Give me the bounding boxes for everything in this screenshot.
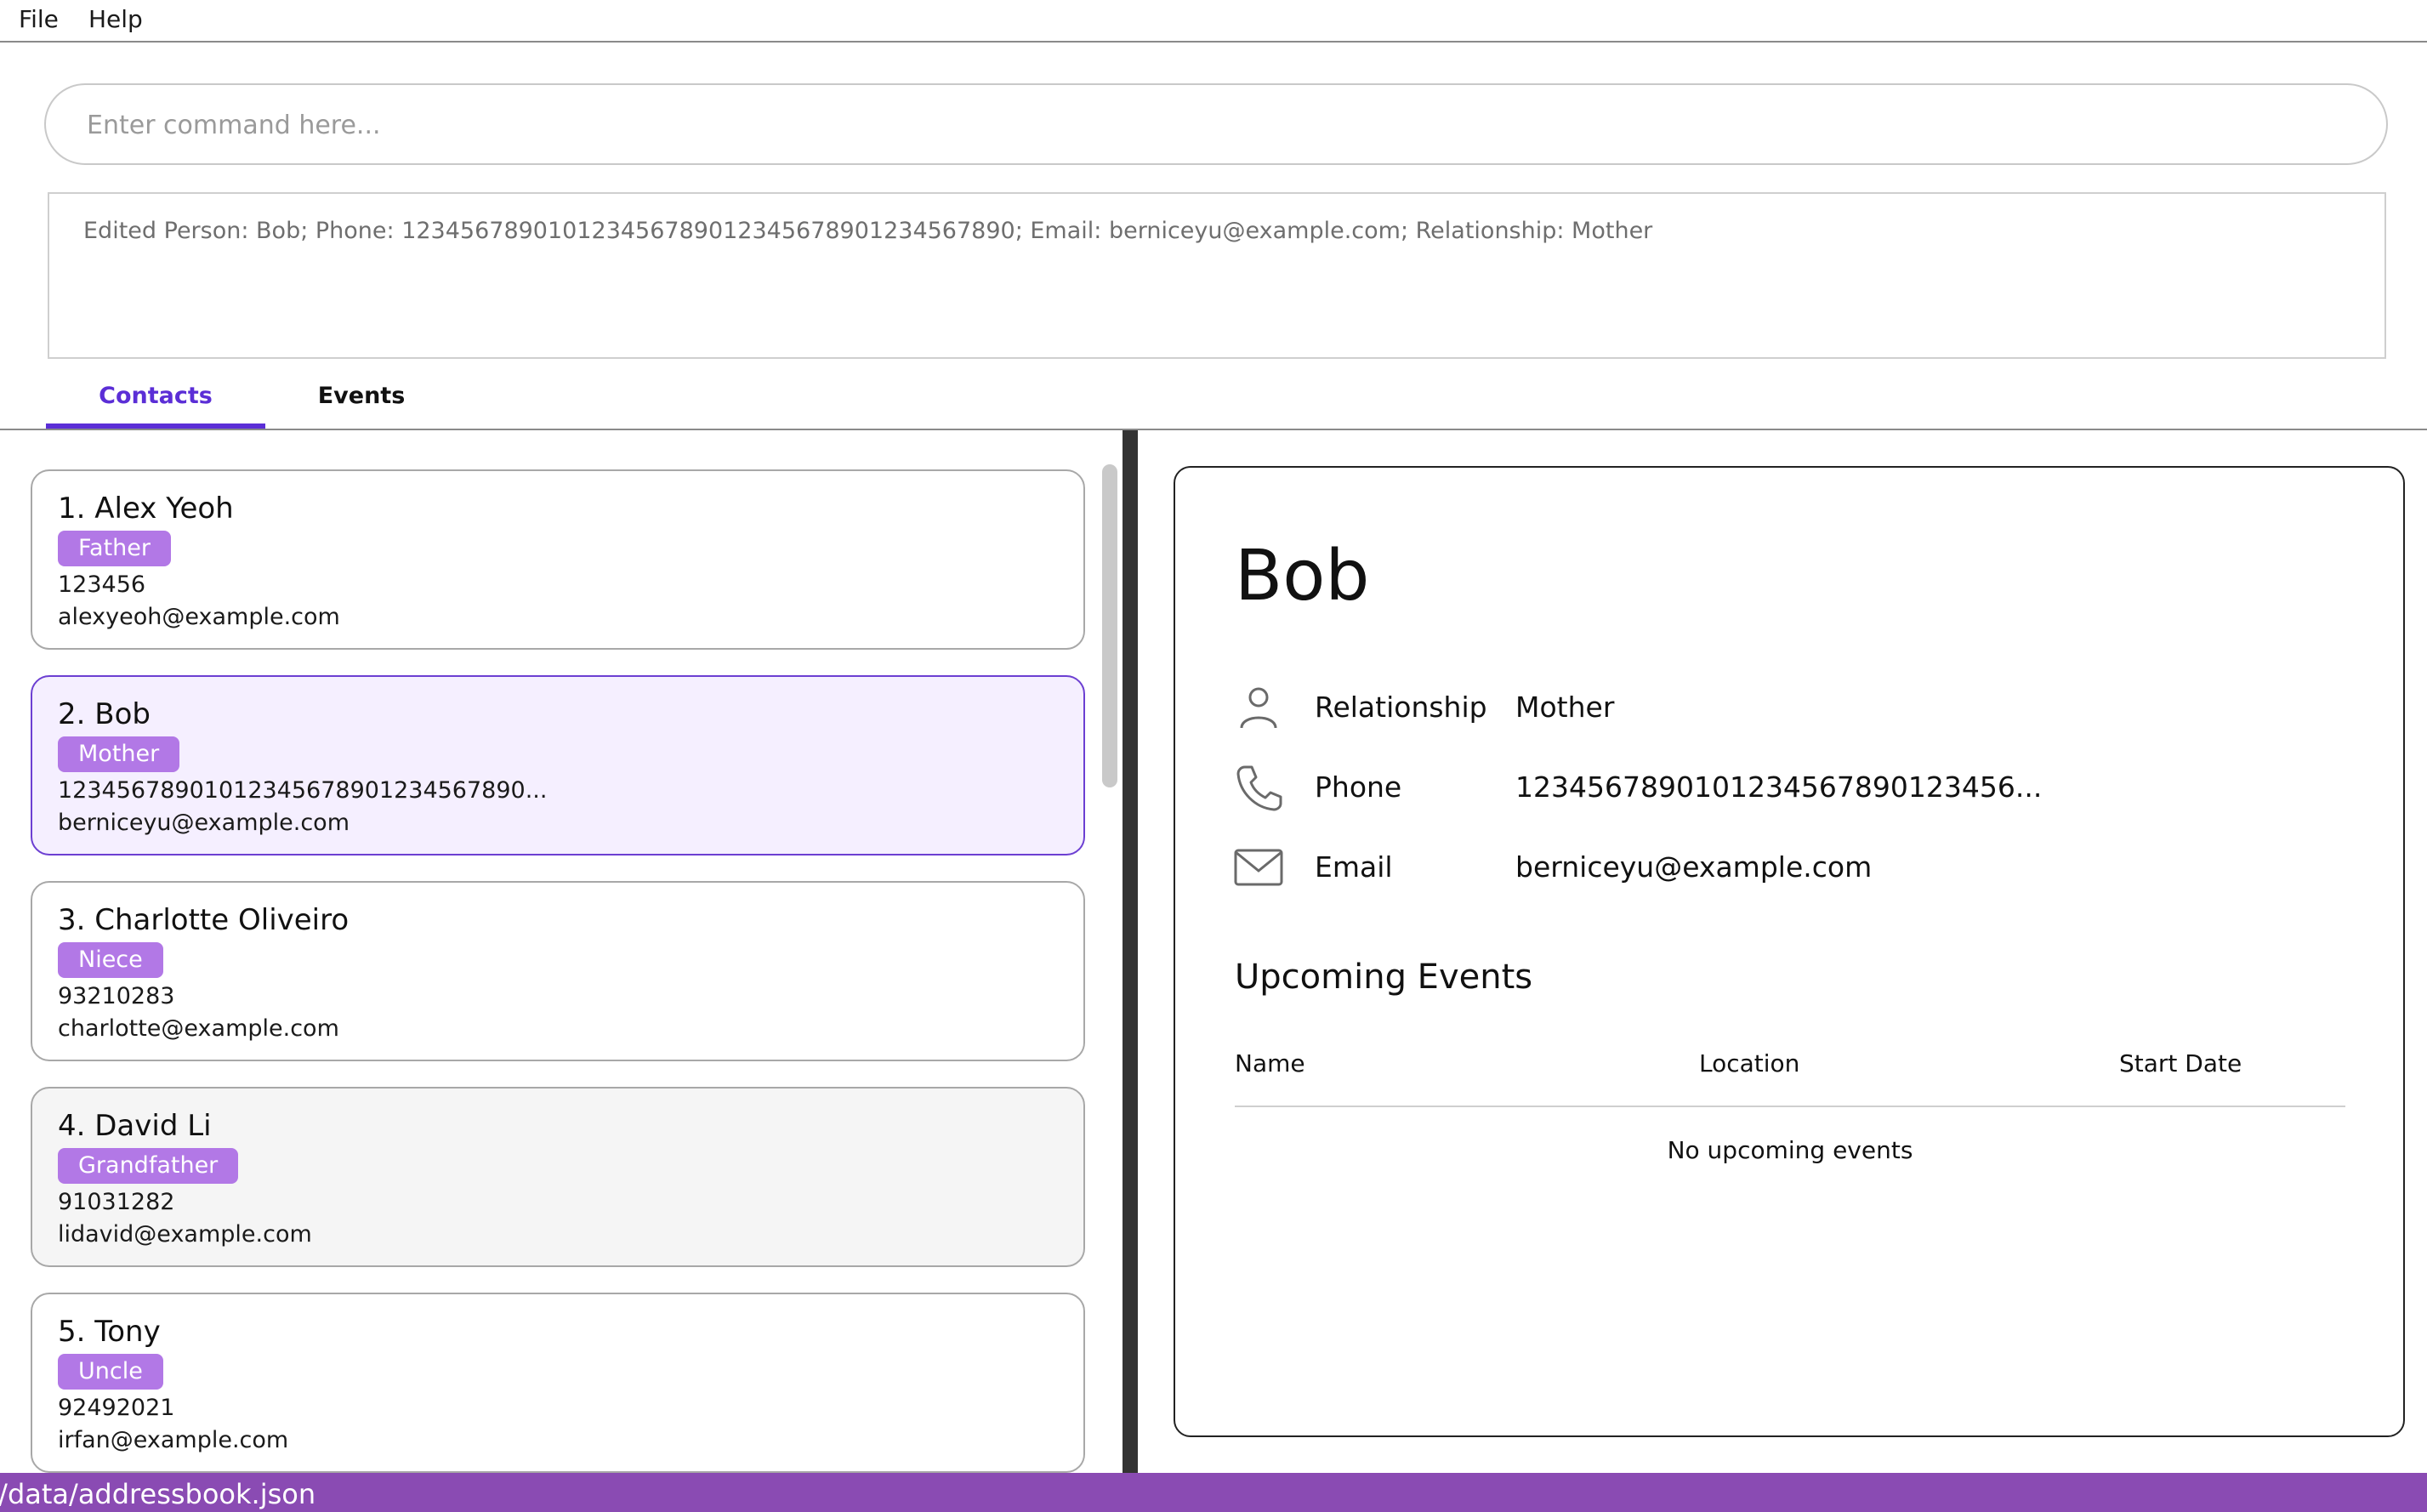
- phone-value: 123456789010123456789012345​6...: [1515, 770, 2043, 804]
- email-value: berniceyu@example.com: [1515, 850, 1873, 884]
- menu-help[interactable]: Help: [88, 5, 143, 33]
- column-header-location: Location: [1699, 1049, 1800, 1077]
- contact-card[interactable]: 1. Alex Yeoh Father 123456 alexyeoh@exam…: [31, 469, 1085, 650]
- relationship-badge: Father: [58, 531, 172, 566]
- upcoming-events-title: Upcoming Events: [1235, 958, 1533, 997]
- relationship-badge: Niece: [58, 942, 163, 978]
- result-display: Edited Person: Bob; Phone: 1234567890101…: [48, 192, 2386, 359]
- contact-name: 2. Bob: [58, 697, 151, 731]
- contact-card[interactable]: 4. David Li Grandfather 91031282 lidavid…: [31, 1087, 1085, 1267]
- contact-detail-panel: Bob Relationship Mother Phone 1234567890…: [1174, 466, 2405, 1437]
- contact-card[interactable]: 3. Charlotte Oliveiro Niece 93210283 cha…: [31, 881, 1085, 1061]
- contact-card[interactable]: 5. Tony Uncle 92492021 irfan@example.com: [31, 1293, 1085, 1473]
- contact-phone: 123456: [58, 571, 146, 598]
- active-tab-indicator: [46, 423, 265, 429]
- phone-icon: [1236, 765, 1282, 811]
- detail-name: Bob: [1235, 536, 1370, 617]
- menu-file[interactable]: File: [19, 5, 59, 33]
- column-header-start-date: Start Date: [2119, 1049, 2242, 1077]
- command-input[interactable]: [85, 102, 2333, 148]
- phone-label: Phone: [1315, 770, 1402, 804]
- menu-bar: File Help: [0, 0, 2427, 43]
- scrollbar-thumb[interactable]: [1102, 464, 1117, 787]
- contact-email: charlotte@example.com: [58, 1015, 339, 1042]
- relationship-label: Relationship: [1315, 691, 1487, 724]
- split-divider[interactable]: [1123, 430, 1138, 1473]
- empty-events-message: No upcoming events: [1667, 1136, 1913, 1164]
- contact-card[interactable]: 2. Bob Mother 12345678901012345678901234…: [31, 675, 1085, 855]
- relationship-badge: Mother: [58, 736, 180, 772]
- column-header-name: Name: [1235, 1049, 1305, 1077]
- tab-events[interactable]: Events: [287, 383, 435, 409]
- person-icon: [1240, 687, 1277, 729]
- contact-email: irfan@example.com: [58, 1427, 289, 1453]
- contact-name: 3. Charlotte Oliveiro: [58, 903, 350, 937]
- table-header-divider: [1235, 1106, 2345, 1107]
- relationship-badge: Uncle: [58, 1354, 163, 1390]
- tab-contacts[interactable]: Contacts: [46, 383, 265, 409]
- contact-email: berniceyu@example.com: [58, 810, 350, 836]
- contact-email: lidavid@example.com: [58, 1221, 312, 1248]
- command-box: [44, 83, 2388, 165]
- relationship-badge: Grandfather: [58, 1148, 239, 1184]
- contact-phone: 93210283: [58, 983, 175, 1009]
- relationship-value: Mother: [1515, 691, 1615, 724]
- tab-bar: Contacts Events: [0, 374, 2427, 430]
- mail-icon: [1234, 849, 1283, 886]
- contact-phone: 92492021: [58, 1395, 175, 1421]
- file-path: ./data/addressbook.json: [0, 1478, 316, 1510]
- email-label: Email: [1315, 850, 1393, 884]
- contact-phone: 123456789010123456789012345678​90...: [58, 777, 548, 804]
- contact-name: 1. Alex Yeoh: [58, 492, 234, 526]
- contact-name: 5. Tony: [58, 1315, 161, 1349]
- result-text: Edited Person: Bob; Phone: 1234567890101…: [83, 218, 1653, 244]
- contact-name: 4. David Li: [58, 1109, 212, 1143]
- contact-email: alexyeoh@example.com: [58, 604, 340, 630]
- contact-phone: 91031282: [58, 1189, 175, 1215]
- status-bar: ./data/addressbook.json: [0, 1473, 2427, 1512]
